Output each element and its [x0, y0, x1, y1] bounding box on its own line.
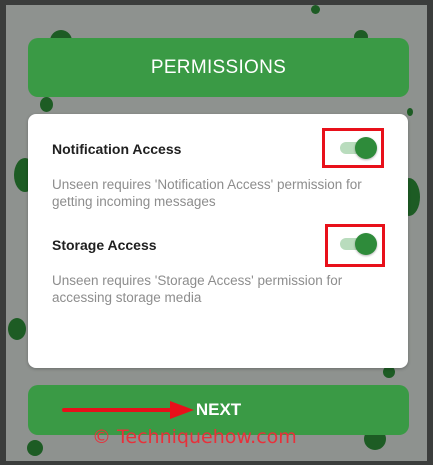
device-frame-left	[0, 0, 6, 465]
app-screen: PERMISSIONS Notification Access Unseen r…	[0, 0, 433, 465]
right-arrow-icon	[62, 401, 194, 419]
notification-access-title: Notification Access	[52, 141, 182, 157]
storage-access-description: Unseen requires 'Storage Access' permiss…	[52, 273, 343, 305]
background-dot	[27, 440, 43, 456]
next-button-label: NEXT	[195, 400, 242, 419]
permissions-header: PERMISSIONS	[28, 38, 409, 97]
background-dot	[40, 97, 53, 112]
background-dot	[407, 108, 413, 116]
device-frame-bottom	[0, 461, 433, 465]
background-dot	[8, 318, 26, 340]
page-title: PERMISSIONS	[150, 56, 287, 78]
device-frame-top	[0, 0, 433, 5]
notification-access-description: Unseen requires 'Notification Access' pe…	[52, 177, 362, 209]
storage-access-title: Storage Access	[52, 237, 157, 253]
toggle-thumb	[355, 137, 377, 159]
permissions-dialog: Notification Access Unseen requires 'Not…	[28, 114, 408, 368]
background-dot	[311, 5, 320, 14]
storage-access-toggle[interactable]	[338, 233, 377, 255]
watermark-text: © Techniquehow.com	[92, 426, 297, 448]
notification-access-toggle[interactable]	[338, 137, 377, 159]
device-frame-right	[427, 0, 433, 465]
toggle-thumb	[355, 233, 377, 255]
